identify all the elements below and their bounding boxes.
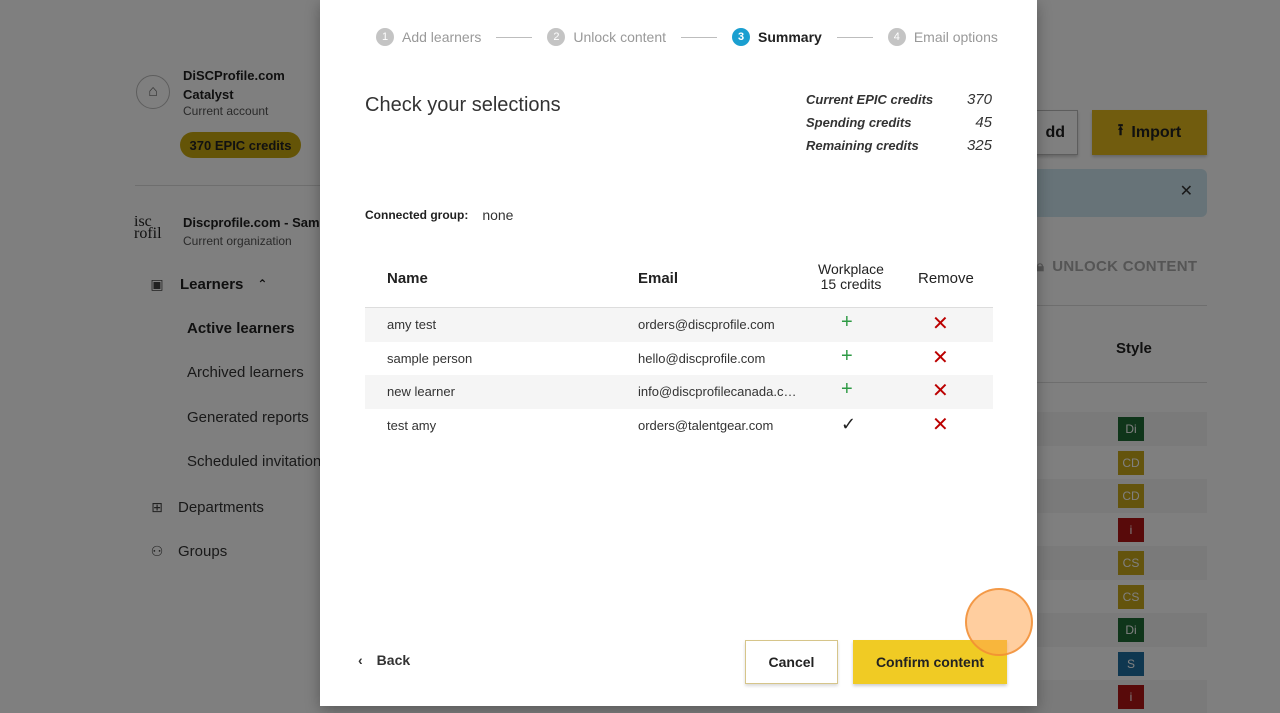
credit-value: 325	[966, 137, 992, 154]
learner-email: hello@discprofile.com	[638, 350, 766, 366]
learners-summary-table: Name Email Workplace 15 credits Remove a…	[365, 256, 993, 442]
step-label: Unlock content	[573, 29, 666, 45]
credit-value: 45	[975, 114, 992, 131]
table-row: test amy orders@talentgear.com ✓ ✕	[365, 409, 993, 443]
table-row: sample person hello@discprofile.com + ✕	[365, 342, 993, 376]
step-connector	[496, 36, 533, 38]
step-number: 3	[732, 28, 750, 46]
header-name: Name	[387, 270, 428, 287]
table-row: amy test orders@discprofile.com + ✕	[365, 308, 993, 342]
credit-row: Spending credits 45	[806, 111, 992, 134]
step-label: Email options	[913, 29, 998, 45]
back-button[interactable]: ‹ Back	[358, 652, 410, 668]
step-1: 1 Add learners	[376, 28, 481, 46]
credit-value: 370	[966, 91, 992, 108]
remove-icon[interactable]: ✕	[932, 313, 949, 335]
check-icon: ✓	[841, 413, 857, 434]
cancel-button[interactable]: Cancel	[745, 640, 838, 684]
summary-modal: 1 Add learners 2 Unlock content 3 Summary 4 Ema…	[320, 0, 1037, 706]
connected-group-value: none	[482, 207, 514, 223]
step-label: Summary	[758, 29, 822, 45]
step-label: Add learners	[402, 29, 482, 45]
step-connector	[681, 36, 717, 38]
confirm-content-button[interactable]: Confirm content	[853, 640, 1007, 684]
remove-icon[interactable]: ✕	[932, 347, 949, 369]
step-2: 2 Unlock content	[547, 28, 666, 46]
back-label: Back	[376, 652, 411, 668]
table-body: amy test orders@discprofile.com + ✕ sample p…	[365, 308, 993, 442]
credit-label: Spending credits	[806, 115, 912, 130]
learner-name: new learner	[387, 384, 455, 399]
modal-title: Check your selections	[365, 94, 561, 116]
table-header: Name Email Workplace 15 credits Remove	[365, 256, 993, 308]
connected-group: Connected group: none	[365, 207, 513, 223]
header-email: Email	[638, 270, 679, 287]
plus-icon[interactable]: +	[841, 312, 853, 332]
header-workplace-credits: 15 credits	[820, 276, 882, 292]
credit-row: Current EPIC credits 370	[806, 88, 992, 111]
step-3: 3 Summary	[732, 28, 822, 46]
credit-row: Remaining credits 325	[806, 134, 992, 157]
header-workplace: Workplace 15 credits	[805, 262, 897, 292]
chevron-left-icon: ‹	[358, 652, 363, 668]
header-workplace-title: Workplace	[818, 261, 884, 277]
connected-group-label: Connected group:	[365, 208, 469, 222]
table-row: new learner info@discprofilecanada.c… + ✕	[365, 375, 993, 409]
credit-label: Remaining credits	[806, 138, 919, 153]
plus-icon[interactable]: +	[841, 346, 853, 366]
learner-email: orders@discprofile.com	[638, 317, 775, 332]
learner-email: info@discprofilecanada.c…	[638, 384, 797, 399]
learner-email: orders@talentgear.com	[638, 417, 774, 433]
credit-label: Current EPIC credits	[806, 92, 934, 107]
stepper: 1 Add learners 2 Unlock content 3 Summary 4 Ema…	[376, 28, 998, 46]
step-number: 2	[547, 28, 566, 46]
credits-summary: Current EPIC credits 370 Spending credits 4…	[806, 88, 992, 157]
step-number: 1	[376, 28, 394, 46]
step-connector	[836, 36, 873, 38]
plus-icon[interactable]: +	[841, 379, 853, 399]
header-remove: Remove	[918, 270, 974, 287]
learner-name: amy test	[387, 317, 437, 332]
remove-icon[interactable]: ✕	[932, 414, 949, 436]
step-number: 4	[887, 28, 906, 46]
learner-name: sample person	[387, 350, 473, 366]
step-4: 4 Email options	[887, 28, 998, 46]
remove-icon[interactable]: ✕	[932, 380, 949, 402]
learner-name: test amy	[387, 417, 437, 433]
